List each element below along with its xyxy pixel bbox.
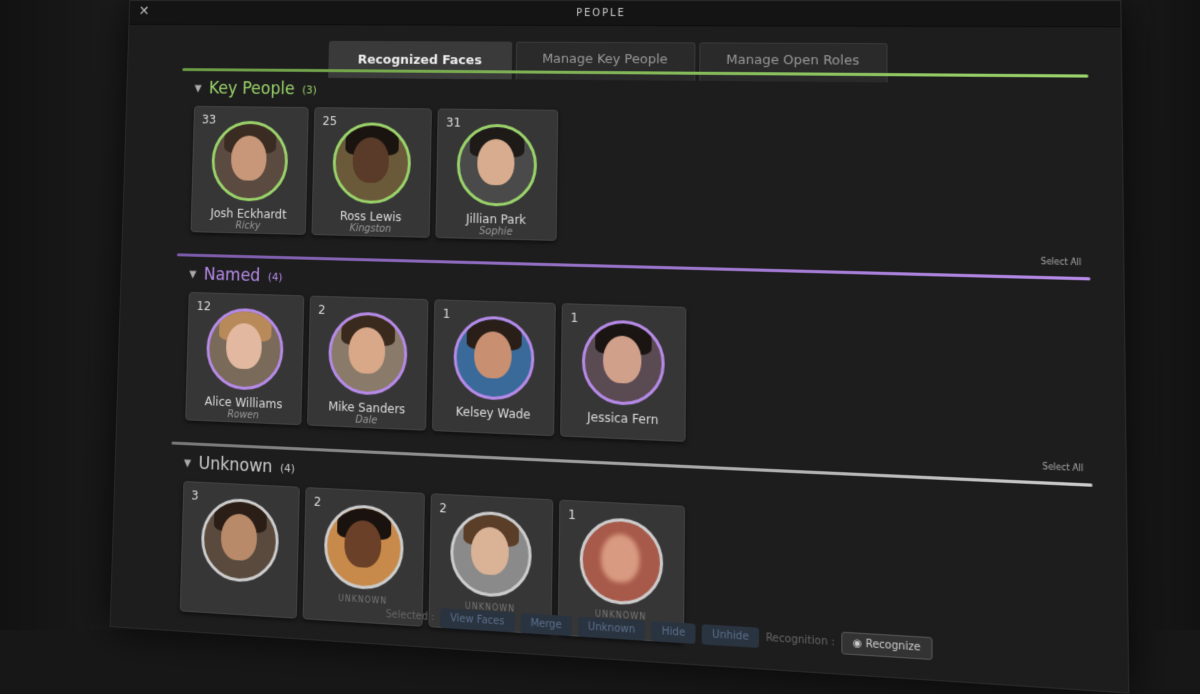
section-count: (4) [279,461,295,475]
selected-label: Selected : [385,608,435,624]
collapse-arrow-icon[interactable]: ▼ [184,458,191,469]
avatar [331,122,412,205]
face-count: 33 [201,112,217,127]
unhide-button[interactable]: Unhide [701,624,760,649]
face-shape [602,335,642,384]
face-count: 1 [570,310,579,326]
merge-button[interactable]: Merge [520,613,572,637]
section-named: Select All ▼ Named (4) 12 Alice Williams… [172,247,1092,459]
section-title: Unknown [198,453,273,478]
person-alias: Kingston [349,223,392,235]
face-count: 1 [442,306,451,321]
recognition-label: Recognition : [765,632,835,649]
face-count: 2 [313,494,322,510]
unknown-button[interactable]: Unknown [577,616,646,641]
face-shape [477,138,515,186]
section-title: Key People [208,78,295,100]
person-alias: Sophie [479,225,513,238]
face-shape [344,519,382,569]
card-list: 33 Josh Eckhardt Ricky 25 Ross Lewis Kin… [178,105,1090,254]
avatar [581,319,666,407]
recognize-label: Recognize [865,638,921,654]
avatar [327,311,408,397]
face-card[interactable]: 3 [179,480,300,619]
face-count: 31 [446,115,461,130]
select-all-link[interactable]: Select All [1042,462,1083,474]
collapse-arrow-icon[interactable]: ▼ [189,269,196,280]
view-faces-button[interactable]: View Faces [440,608,515,633]
person-name: Kelsey Wade [455,404,531,422]
face-count: 25 [322,114,338,129]
section-count: (3) [301,83,317,96]
face-shape [600,533,640,584]
people-window: ✕ PEOPLE Recognized Faces Manage Key Peo… [109,0,1130,694]
card-list: 12 Alice Williams Rowen 2 Mike Sanders D… [172,291,1092,460]
face-count: 2 [439,500,447,516]
avatar [200,496,280,584]
collapse-arrow-icon[interactable]: ▼ [194,83,201,94]
avatar [579,516,664,607]
face-card[interactable]: 1 Jessica Fern [560,303,687,442]
face-shape [230,135,268,181]
faces-content: ▼ Key People (3) 33 Josh Eckhardt Ricky … [166,68,1094,690]
avatar [323,503,405,592]
hide-button[interactable]: Hide [651,621,696,644]
face-card[interactable]: 31 Jillian Park Sophie [435,108,559,241]
avatar [205,307,285,392]
person-icon: ◉ [852,637,866,651]
face-card[interactable]: 12 Alice Williams Rowen [185,291,305,426]
close-icon[interactable]: ✕ [139,4,150,19]
face-shape [220,512,258,562]
face-shape [225,322,263,370]
face-card[interactable]: 1 Kelsey Wade [431,299,556,437]
avatar [453,315,535,402]
face-card[interactable]: 2 Mike Sanders Dale [306,295,429,431]
face-card[interactable]: 25 Ross Lewis Kingston [311,107,432,238]
avatar [456,123,538,208]
face-count: 1 [568,507,576,523]
face-count: 2 [318,302,326,317]
section-count: (4) [267,270,283,284]
face-shape [348,326,386,375]
title-bar: ✕ PEOPLE [129,0,1121,28]
person-name: Jessica Fern [587,409,659,428]
select-all-link[interactable]: Select All [1041,257,1082,268]
person-name [181,584,296,591]
window-title: PEOPLE [576,7,626,19]
section-key-people: ▼ Key People (3) 33 Josh Eckhardt Ricky … [178,68,1090,254]
section-title: Named [203,264,261,287]
face-shape [473,330,512,380]
person-alias: Ricky [235,220,261,232]
face-count: 3 [191,488,199,503]
avatar [210,120,289,202]
avatar [449,509,533,600]
face-shape [352,137,390,184]
face-count: 12 [196,299,212,314]
face-card[interactable]: 33 Josh Eckhardt Ricky [190,105,309,235]
